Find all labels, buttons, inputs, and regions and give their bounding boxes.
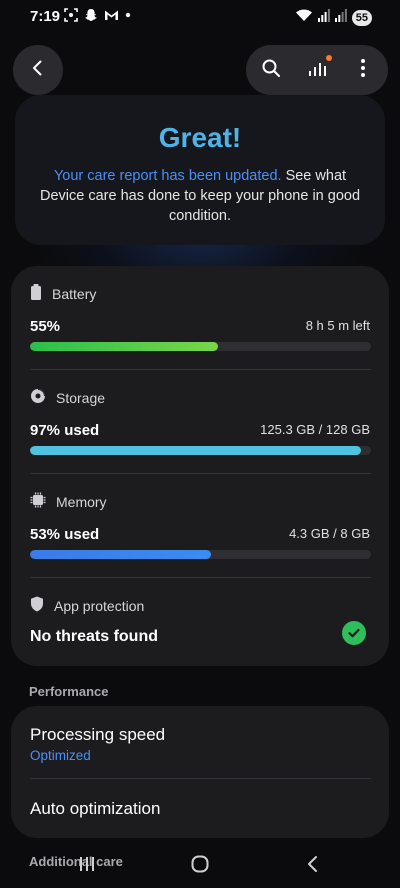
performance-card: Processing speed Optimized Auto optimiza… [11, 706, 389, 838]
battery-icon [30, 284, 42, 303]
report-badge [326, 55, 332, 61]
notification-icons [64, 8, 131, 22]
system-icons: 55 [295, 8, 372, 27]
bar-chart-icon [307, 58, 327, 83]
app-protection-header: App protection [30, 596, 144, 615]
processing-speed-value: Optimized [30, 748, 91, 763]
memory-chip-icon [30, 492, 46, 511]
memory-label: Memory [56, 493, 107, 510]
status-card: Battery 55% 8 h 5 m left Storage 97% use… [11, 266, 389, 666]
battery-percent: 55 [355, 11, 368, 24]
recents-button[interactable] [72, 854, 102, 878]
report-button[interactable] [304, 57, 330, 83]
snapchat-icon [84, 8, 98, 22]
top-actions [246, 45, 388, 95]
signal-icon [334, 8, 347, 27]
storage-header: Storage [30, 388, 105, 407]
storage-value: 97% used [30, 422, 100, 439]
storage-label: Storage [56, 389, 106, 406]
check-circle-icon [342, 621, 366, 645]
memory-bar-fill [30, 550, 211, 559]
app-protection-value: No threats found [30, 628, 158, 645]
search-button[interactable] [258, 57, 284, 83]
nav-back-button[interactable] [298, 854, 328, 878]
hero-title: Great! [158, 122, 242, 153]
shield-icon [30, 596, 44, 615]
memory-detail: 4.3 GB / 8 GB [289, 526, 370, 541]
auto-optimization-item[interactable]: Auto optimization [11, 779, 389, 838]
back-icon [306, 855, 320, 878]
storage-detail: 125.3 GB / 128 GB [260, 422, 370, 437]
battery-header: Battery [30, 284, 96, 303]
memory-section[interactable]: Memory 53% used 4.3 GB / 8 GB [11, 474, 389, 578]
status-time: 7:19 [30, 8, 61, 25]
search-icon [261, 58, 281, 83]
hero-message: Your care report has been updated. See w… [35, 166, 365, 226]
signal-icon [317, 8, 330, 27]
status-bar: 7:19 55 [0, 0, 400, 36]
storage-bar [30, 446, 371, 455]
battery-indicator: 55 [351, 9, 372, 26]
storage-pie-icon [30, 388, 46, 407]
dot-icon [125, 12, 131, 18]
chevron-left-icon [29, 59, 47, 82]
care-report-card: Great! Your care report has been updated… [15, 95, 385, 245]
performance-section-label: Performance [29, 684, 109, 699]
storage-bar-fill [30, 446, 361, 455]
memory-header: Memory [30, 492, 107, 511]
care-report-link[interactable]: Your care report has been updated. [54, 168, 282, 184]
storage-section[interactable]: Storage 97% used 125.3 GB / 128 GB [11, 370, 389, 474]
navigation-bar [0, 846, 400, 888]
more-vertical-icon [360, 58, 366, 83]
memory-value: 53% used [30, 526, 100, 543]
processing-speed-item[interactable]: Processing speed Optimized [11, 706, 389, 778]
app-protection-section[interactable]: App protection No threats found [11, 578, 389, 666]
battery-detail: 8 h 5 m left [305, 318, 370, 333]
recents-icon [78, 856, 96, 877]
back-button[interactable] [13, 45, 63, 95]
wifi-icon [295, 8, 313, 27]
auto-optimization-title: Auto optimization [30, 799, 161, 818]
home-button[interactable] [185, 854, 215, 878]
home-icon [191, 855, 209, 878]
more-options-button[interactable] [350, 57, 376, 83]
app-protection-label: App protection [54, 597, 145, 614]
screenshot-icon [64, 8, 78, 22]
battery-section[interactable]: Battery 55% 8 h 5 m left [11, 266, 389, 370]
gmail-icon [104, 9, 119, 21]
memory-bar [30, 550, 371, 559]
battery-label: Battery [52, 285, 97, 302]
battery-bar [30, 342, 371, 351]
battery-value: 55% [30, 318, 61, 335]
processing-speed-title: Processing speed [30, 725, 166, 744]
battery-bar-fill [30, 342, 218, 351]
